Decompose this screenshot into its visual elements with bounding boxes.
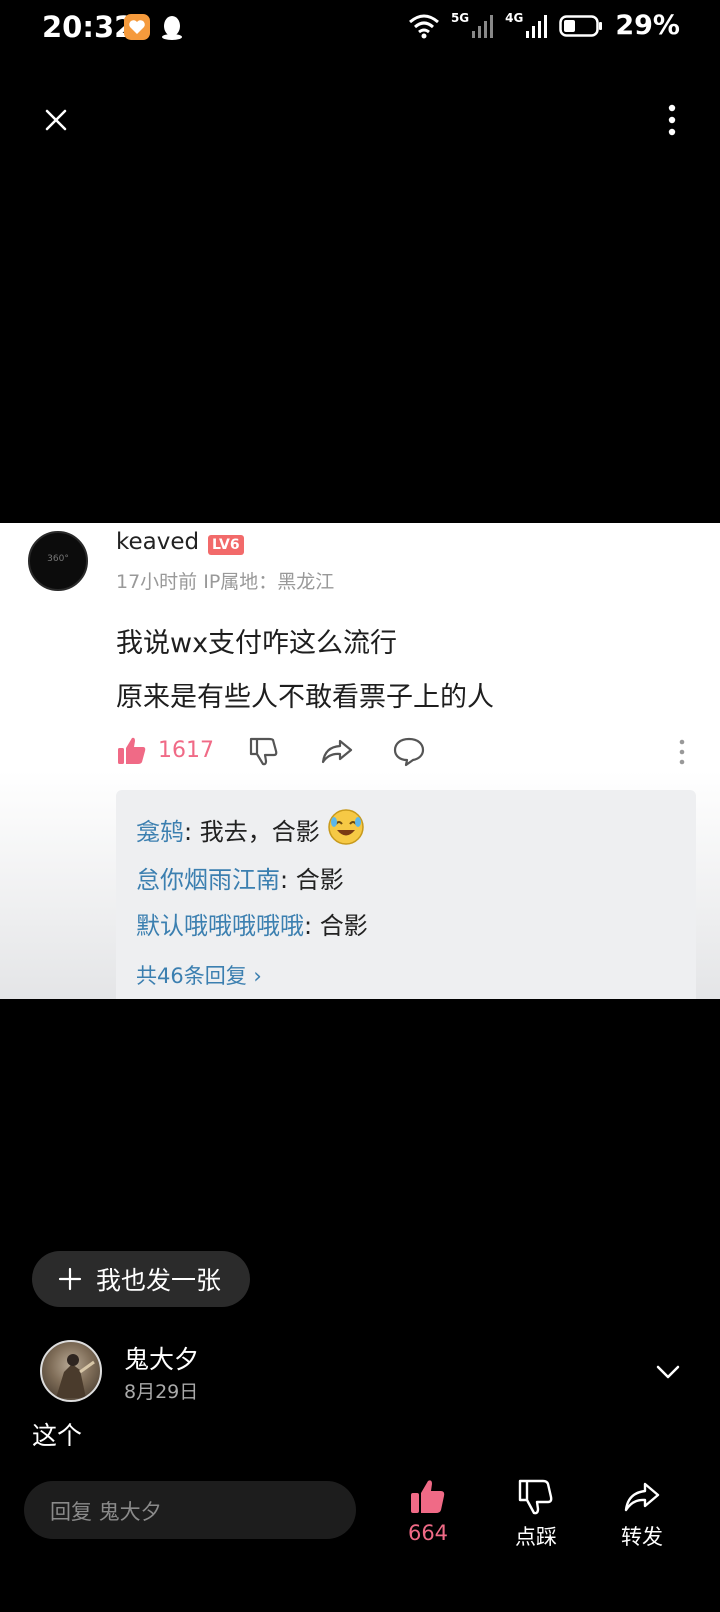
like-count: 664 xyxy=(407,1521,449,1545)
reply-input-placeholder: 回复 鬼大夕 xyxy=(50,1500,162,1524)
plus-icon xyxy=(58,1267,82,1291)
network-4g-label: 4G xyxy=(505,10,524,25)
author-name[interactable]: 鬼大夕 xyxy=(124,1340,199,1376)
shot-reply-nick: 怠你烟雨江南 xyxy=(136,866,280,894)
dislike-button[interactable]: 点踩 xyxy=(496,1478,576,1549)
shot-level-badge: LV6 xyxy=(208,535,244,555)
shot-comment-line-1: 我说wx支付咋这么流行 xyxy=(116,628,398,659)
status-time: 20:32 xyxy=(42,10,135,44)
network-5g-label: 5G xyxy=(450,10,470,25)
status-bar: 20:32 5G 4G 29% xyxy=(0,0,720,56)
shot-reply-text: : 合影 xyxy=(280,866,344,894)
shot-more-icon xyxy=(679,739,685,765)
post-date: 8月29日 xyxy=(124,1381,199,1403)
laughing-emoji-icon xyxy=(328,809,365,845)
signal-4g-icon xyxy=(526,14,548,38)
avatar-image xyxy=(56,1354,95,1398)
close-icon[interactable] xyxy=(36,100,76,140)
shot-replies-box: 龛鸫: 我去，合影 怠你烟雨江南: 合影 默认哦哦哦哦哦: 合影 共46条回复 … xyxy=(116,790,696,999)
author-avatar[interactable] xyxy=(40,1340,102,1402)
reply-input[interactable]: 回复 鬼大夕 xyxy=(24,1481,356,1539)
thumbs-down-icon xyxy=(518,1479,553,1515)
shot-reply: 龛鸫: 我去，合影 xyxy=(136,809,365,852)
shot-meta: 17小时前 IP属地：黑龙江 xyxy=(116,571,335,593)
shot-avatar: 360° xyxy=(28,531,88,591)
chevron-down-icon[interactable] xyxy=(652,1356,684,1388)
more-vertical-icon[interactable] xyxy=(652,100,692,140)
wifi-icon xyxy=(408,14,439,38)
shot-actions: 1617 xyxy=(116,733,696,773)
like-button[interactable]: 664 xyxy=(388,1478,468,1548)
shot-comment-line-2: 原来是有些人不敢看票子上的人 xyxy=(116,682,494,713)
shot-reply-text: : 我去，合影 xyxy=(184,818,320,846)
shot-share-icon xyxy=(321,739,353,764)
shot-like-count: 1617 xyxy=(158,738,214,763)
shot-reply-nick: 龛鸫 xyxy=(136,818,184,846)
share-arrow-icon xyxy=(624,1482,660,1512)
post-caption: 这个 xyxy=(32,1421,83,1450)
signal-5g-icon xyxy=(472,14,494,38)
qq-penguin-icon xyxy=(162,16,182,40)
shot-comment-icon xyxy=(393,737,425,767)
status-indicators: 5G 4G 29% xyxy=(407,10,680,41)
dislike-label: 点踩 xyxy=(515,1525,557,1549)
shot-reply-text: : 合影 xyxy=(304,912,368,940)
shot-reply-total: 共46条回复 › xyxy=(136,964,262,988)
shot-reply: 怠你烟雨江南: 合影 xyxy=(136,860,344,895)
post-also-button[interactable]: 我也发一张 xyxy=(32,1251,250,1307)
post-also-label: 我也发一张 xyxy=(96,1266,222,1295)
notification-app-icon xyxy=(124,14,150,40)
shot-reply: 默认哦哦哦哦哦: 合影 xyxy=(136,906,368,941)
share-button[interactable]: 转发 xyxy=(602,1478,682,1549)
battery-percent: 29% xyxy=(615,10,680,41)
share-label: 转发 xyxy=(621,1525,663,1549)
thumbs-up-icon xyxy=(411,1480,445,1513)
shot-thumbs-up-icon xyxy=(118,737,146,764)
shot-thumbs-down-icon xyxy=(249,737,278,766)
battery-icon xyxy=(559,14,603,37)
posted-image[interactable]: 360° keaved LV6 17小时前 IP属地：黑龙江 我说wx支付咋这么… xyxy=(0,523,720,999)
shot-username: keaved xyxy=(116,529,200,555)
shot-reply-nick: 默认哦哦哦哦哦 xyxy=(136,912,304,940)
